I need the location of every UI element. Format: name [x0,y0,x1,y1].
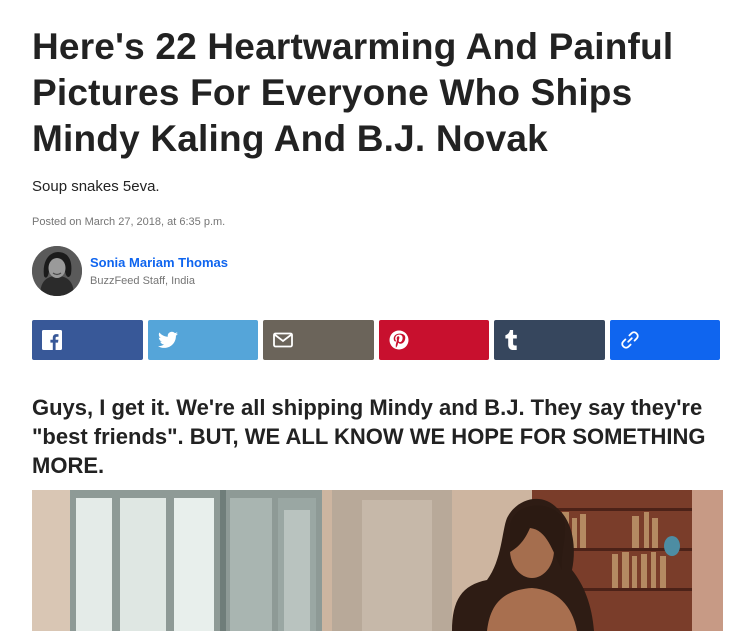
share-bar [32,320,720,360]
posted-timestamp: Posted on March 27, 2018, at 6:35 p.m. [32,216,226,228]
share-facebook-button[interactable] [32,320,143,360]
author-avatar[interactable] [32,246,82,296]
author-byline: Sonia Mariam Thomas BuzzFeed Staff, Indi… [32,246,432,298]
twitter-icon [157,331,178,348]
author-name-link[interactable]: Sonia Mariam Thomas [90,255,228,270]
tumblr-icon [505,330,517,350]
share-pinterest-button[interactable] [378,320,489,360]
mail-icon [273,332,293,348]
article-dek: Soup snakes 5eva. [32,178,160,195]
article-photo [32,490,723,631]
article-lead-paragraph: Guys, I get it. We're all shipping Mindy… [32,395,706,478]
author-photo [32,246,82,296]
link-icon [620,331,639,349]
author-title: BuzzFeed Staff, India [90,275,195,287]
pinterest-icon [389,330,408,350]
article-image[interactable] [32,490,723,631]
article-headline: Here's 22 Heartwarming And Painful Pictu… [32,26,674,159]
article-page: Here's 22 Heartwarming And Painful Pictu… [0,0,735,631]
share-email-button[interactable] [263,320,374,360]
share-tumblr-button[interactable] [494,320,605,360]
share-twitter-button[interactable] [147,320,258,360]
copy-link-button[interactable] [609,320,720,360]
facebook-icon [42,330,62,350]
